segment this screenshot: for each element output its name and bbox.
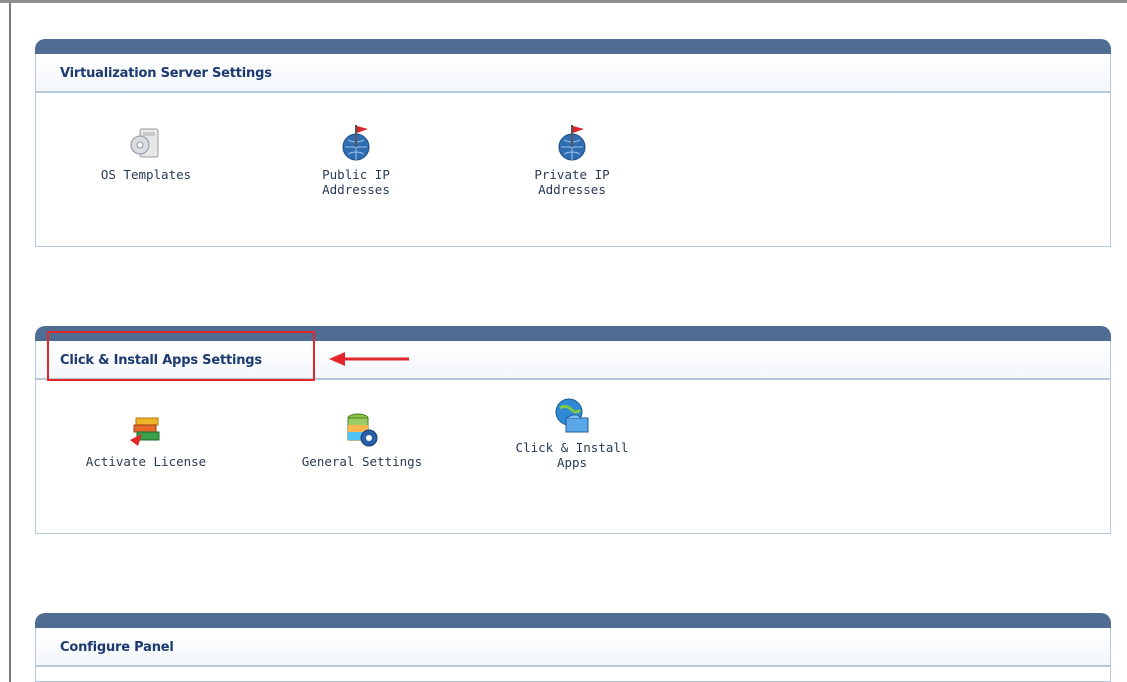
panel-header-bar [35,613,1111,628]
window-top-border [0,0,1127,3]
section-title: Configure Panel [60,640,174,655]
section-title: Virtualization Server Settings [60,66,272,81]
globe-folder-icon [555,398,589,433]
globe-flag-icon [342,125,370,161]
item-label-line1: Private IP [534,167,610,182]
public-ip-addresses-item[interactable]: Public IP Addresses [286,123,426,197]
database-gear-icon [347,413,378,447]
private-ip-addresses-item[interactable]: Private IP Addresses [502,123,642,197]
general-settings-item[interactable]: General Settings [292,410,432,469]
panel-header: Virtualization Server Settings [35,54,1111,92]
item-label: OS Templates [100,167,192,182]
activate-license-item[interactable]: Activate License [76,410,216,469]
panel-header-bar [35,39,1111,54]
section-configure-panel: Configure Panel [35,613,1111,682]
window-left-border [9,3,11,682]
os-templates-icon [130,128,159,158]
section-virtualization-server-settings: Virtualization Server Settings OS Templa… [35,39,1111,247]
item-label: Activate License [85,454,207,469]
item-label-line2: Apps [556,455,588,470]
item-label: General Settings [301,454,423,469]
panel-header: Configure Panel [35,628,1111,666]
item-label-line2: Addresses [538,182,606,197]
item-label-line2: Addresses [322,182,390,197]
panel-body [35,666,1111,682]
item-label-line1: Click & Install [515,440,629,455]
os-templates-item[interactable]: OS Templates [76,123,216,182]
click-install-apps-item[interactable]: Click & Install Apps [502,396,642,470]
globe-flag-icon [558,125,586,161]
item-label-line1: Public IP [322,167,390,182]
panel-body: OS Templates Public IP Addresses Private… [35,92,1111,247]
license-icon [130,417,160,446]
panel-body: Activate License General Settings Click … [35,379,1111,534]
highlight-box [47,331,315,381]
annotation-arrow-icon [329,352,409,366]
